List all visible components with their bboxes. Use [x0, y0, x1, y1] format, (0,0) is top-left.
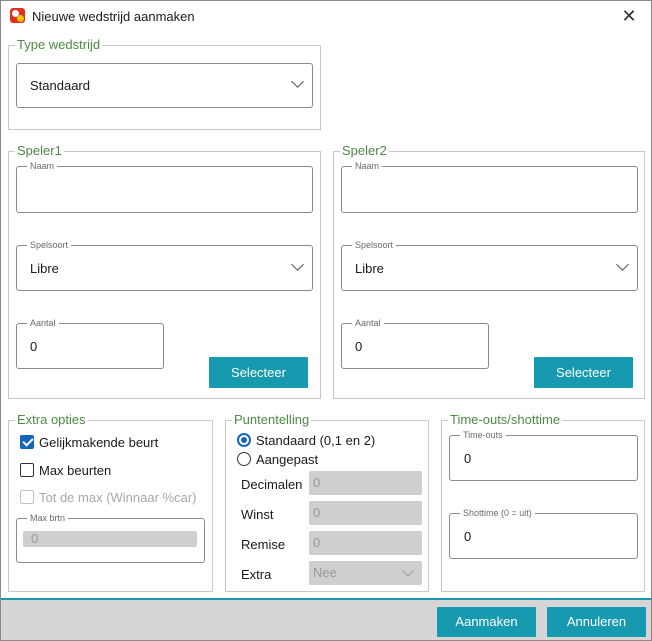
tot-de-max-label: Tot de max (Winnaar %car) — [39, 490, 197, 505]
timeouts-field[interactable]: Time-outs 0 — [449, 430, 638, 481]
speler1-aantal-field[interactable]: Aantal 0 — [16, 318, 164, 369]
gelijkmakende-checkbox[interactable] — [20, 435, 34, 449]
chevron-down-icon — [291, 258, 304, 271]
extra-label: Extra — [241, 567, 272, 582]
timeouts-label: Time-outs — [460, 430, 506, 440]
shottime-label: Shottime (0 = uit) — [460, 508, 535, 518]
aangepast-radio[interactable] — [237, 452, 251, 466]
speler1-naam-field[interactable]: Naam — [16, 161, 313, 213]
max-brtn-value: 0 — [23, 531, 197, 547]
extra-opties-title: Extra opties — [15, 412, 88, 427]
aangepast-label: Aangepast — [256, 452, 319, 467]
chevron-down-icon — [402, 565, 414, 577]
remise-input[interactable]: 0 — [309, 531, 422, 555]
dialog-footer: Aanmaken Annuleren — [1, 598, 651, 640]
speler1-group: Speler1 Naam Spelsoort Libre Aantal 0 Se… — [8, 143, 321, 399]
type-wedstrijd-group: Type wedstrijd Standaard — [8, 37, 321, 130]
speler2-spelsoort-value: Libre — [355, 261, 384, 276]
speler2-aantal-field[interactable]: Aantal 0 — [341, 318, 489, 369]
standaard-label: Standaard (0,1 en 2) — [256, 433, 376, 448]
max-beurten-checkbox[interactable] — [20, 463, 34, 477]
chevron-down-icon — [291, 75, 304, 88]
max-brtn-label: Max brtn — [27, 513, 69, 523]
extra-select[interactable]: Nee — [309, 561, 422, 585]
close-icon[interactable]: ✕ — [617, 4, 641, 28]
speler2-naam-label: Naam — [352, 161, 383, 171]
type-wedstrijd-select[interactable]: Standaard — [16, 63, 313, 108]
title-bar: Nieuwe wedstrijd aanmaken ✕ — [1, 1, 651, 31]
standaard-radio[interactable] — [237, 433, 251, 447]
speler1-title: Speler1 — [15, 143, 64, 158]
speler1-spelsoort-label: Spelsoort — [27, 240, 72, 250]
type-wedstrijd-value: Standaard — [30, 78, 90, 93]
timeouts-group: Time-outs/shottime Time-outs 0 Shottime … — [441, 412, 645, 592]
winst-label: Winst — [241, 507, 274, 522]
speler2-select-button[interactable]: Selecteer — [534, 357, 633, 388]
chevron-down-icon — [616, 258, 629, 271]
speler1-select-button[interactable]: Selecteer — [209, 357, 308, 388]
winst-input[interactable]: 0 — [309, 501, 422, 525]
speler1-naam-label: Naam — [27, 161, 58, 171]
extra-opties-group: Extra opties Gelijkmakende beurt Max beu… — [8, 412, 213, 592]
type-wedstrijd-title: Type wedstrijd — [15, 37, 103, 52]
decimalen-input[interactable]: 0 — [309, 471, 422, 495]
gelijkmakende-label: Gelijkmakende beurt — [39, 435, 159, 450]
speler1-spelsoort-value: Libre — [30, 261, 59, 276]
remise-label: Remise — [241, 537, 286, 552]
speler1-aantal-value: 0 — [30, 339, 38, 354]
create-button[interactable]: Aanmaken — [437, 607, 536, 637]
max-brtn-field[interactable]: Max brtn 0 — [16, 513, 205, 563]
extra-select-value: Nee — [313, 565, 337, 580]
window-title: Nieuwe wedstrijd aanmaken — [32, 9, 195, 24]
speler2-spelsoort-select[interactable]: Spelsoort Libre — [341, 240, 638, 291]
speler2-group: Speler2 Naam Spelsoort Libre Aantal 0 Se… — [333, 143, 645, 399]
decimalen-label: Decimalen — [241, 477, 303, 492]
speler2-naam-field[interactable]: Naam — [341, 161, 638, 213]
shottime-field[interactable]: Shottime (0 = uit) 0 — [449, 508, 638, 559]
shottime-value: 0 — [464, 529, 472, 544]
speler2-aantal-label: Aantal — [352, 318, 384, 328]
dialog-window: Nieuwe wedstrijd aanmaken ✕ Type wedstri… — [0, 0, 652, 641]
speler2-spelsoort-label: Spelsoort — [352, 240, 397, 250]
timeouts-value: 0 — [464, 451, 472, 466]
max-beurten-label: Max beurten — [39, 463, 112, 478]
puntentelling-group: Puntentelling Standaard (0,1 en 2) Aange… — [225, 412, 429, 592]
tot-de-max-checkbox[interactable] — [20, 490, 34, 504]
speler1-aantal-label: Aantal — [27, 318, 59, 328]
speler2-title: Speler2 — [340, 143, 389, 158]
timeouts-title: Time-outs/shottime — [448, 412, 563, 427]
speler2-aantal-value: 0 — [355, 339, 363, 354]
speler1-spelsoort-select[interactable]: Spelsoort Libre — [16, 240, 313, 291]
puntentelling-title: Puntentelling — [232, 412, 312, 427]
app-logo-icon — [10, 8, 25, 23]
cancel-button[interactable]: Annuleren — [547, 607, 646, 637]
